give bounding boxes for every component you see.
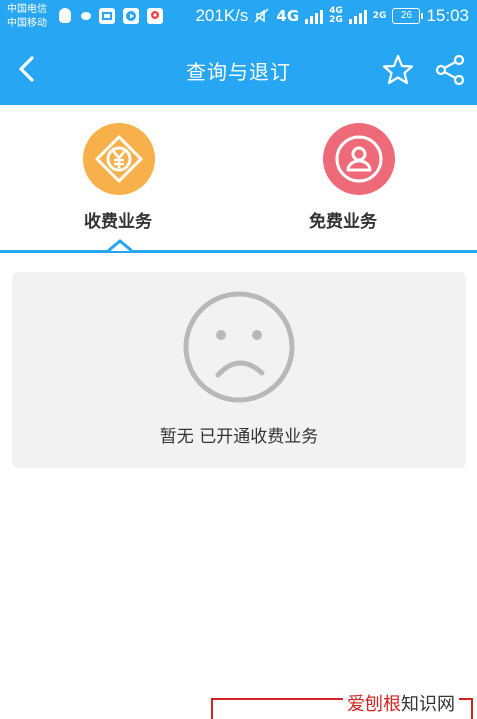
status-right: 201K/s 4G 4G 2G 2G 26 15:03 bbox=[195, 6, 469, 26]
network-speed: 201K/s bbox=[195, 6, 249, 25]
empty-state-message: 暂无 已开通收费业务 bbox=[159, 427, 319, 447]
tab-free-services[interactable]: 免费业务 bbox=[239, 105, 477, 250]
service-tabs: 收费业务 免费业务 bbox=[0, 105, 477, 255]
carrier-info: 中国电信 中国移动 bbox=[7, 3, 47, 31]
qq-icon bbox=[57, 8, 73, 24]
watermark-part-2: 知识网 bbox=[401, 694, 455, 715]
video-icon bbox=[123, 8, 139, 24]
carrier-1: 中国电信 bbox=[7, 4, 47, 15]
app-header: 中国电信 中国移动 201K/s 4G 4G 2G 2G 26 15:03 查询… bbox=[0, 0, 477, 105]
tab-paid-services[interactable]: 收费业务 bbox=[0, 105, 238, 250]
sad-face-icon bbox=[183, 291, 295, 403]
carrier-2: 中国移动 bbox=[7, 18, 47, 29]
tab-paid-label: 收费业务 bbox=[84, 212, 152, 232]
empty-state-card: 暂无 已开通收费业务 bbox=[12, 272, 466, 468]
network-type: 4G bbox=[276, 6, 300, 25]
mute-icon bbox=[254, 8, 269, 23]
network-sub-3: 2G bbox=[372, 10, 387, 21]
yuan-icon bbox=[83, 123, 155, 195]
tab-underline bbox=[0, 250, 477, 253]
watermark: 爱刨根知识网 bbox=[343, 690, 459, 716]
chat-icon bbox=[81, 12, 91, 20]
nav-bar: 查询与退订 bbox=[0, 40, 477, 98]
share-icon bbox=[435, 54, 465, 86]
signal-2-icon bbox=[348, 8, 367, 24]
map-pin-icon bbox=[147, 8, 163, 24]
status-bar: 中国电信 中国移动 201K/s 4G 4G 2G 2G 26 15:03 bbox=[0, 0, 477, 34]
gallery-icon bbox=[99, 8, 115, 24]
selected-tab-indicator bbox=[108, 239, 132, 252]
network-sub-2: 2G bbox=[329, 15, 343, 25]
watermark-part-1: 爱刨根 bbox=[347, 694, 401, 715]
battery-icon: 26 bbox=[392, 8, 424, 24]
tab-free-label: 免费业务 bbox=[309, 212, 377, 232]
user-icon bbox=[323, 123, 395, 195]
share-button[interactable] bbox=[432, 52, 468, 88]
signal-1-icon bbox=[305, 8, 324, 24]
favorite-button[interactable] bbox=[380, 52, 416, 88]
notification-icons bbox=[57, 8, 163, 24]
star-icon bbox=[382, 54, 414, 85]
network-sub-labels: 4G 2G bbox=[329, 7, 343, 25]
clock: 15:03 bbox=[426, 6, 469, 25]
